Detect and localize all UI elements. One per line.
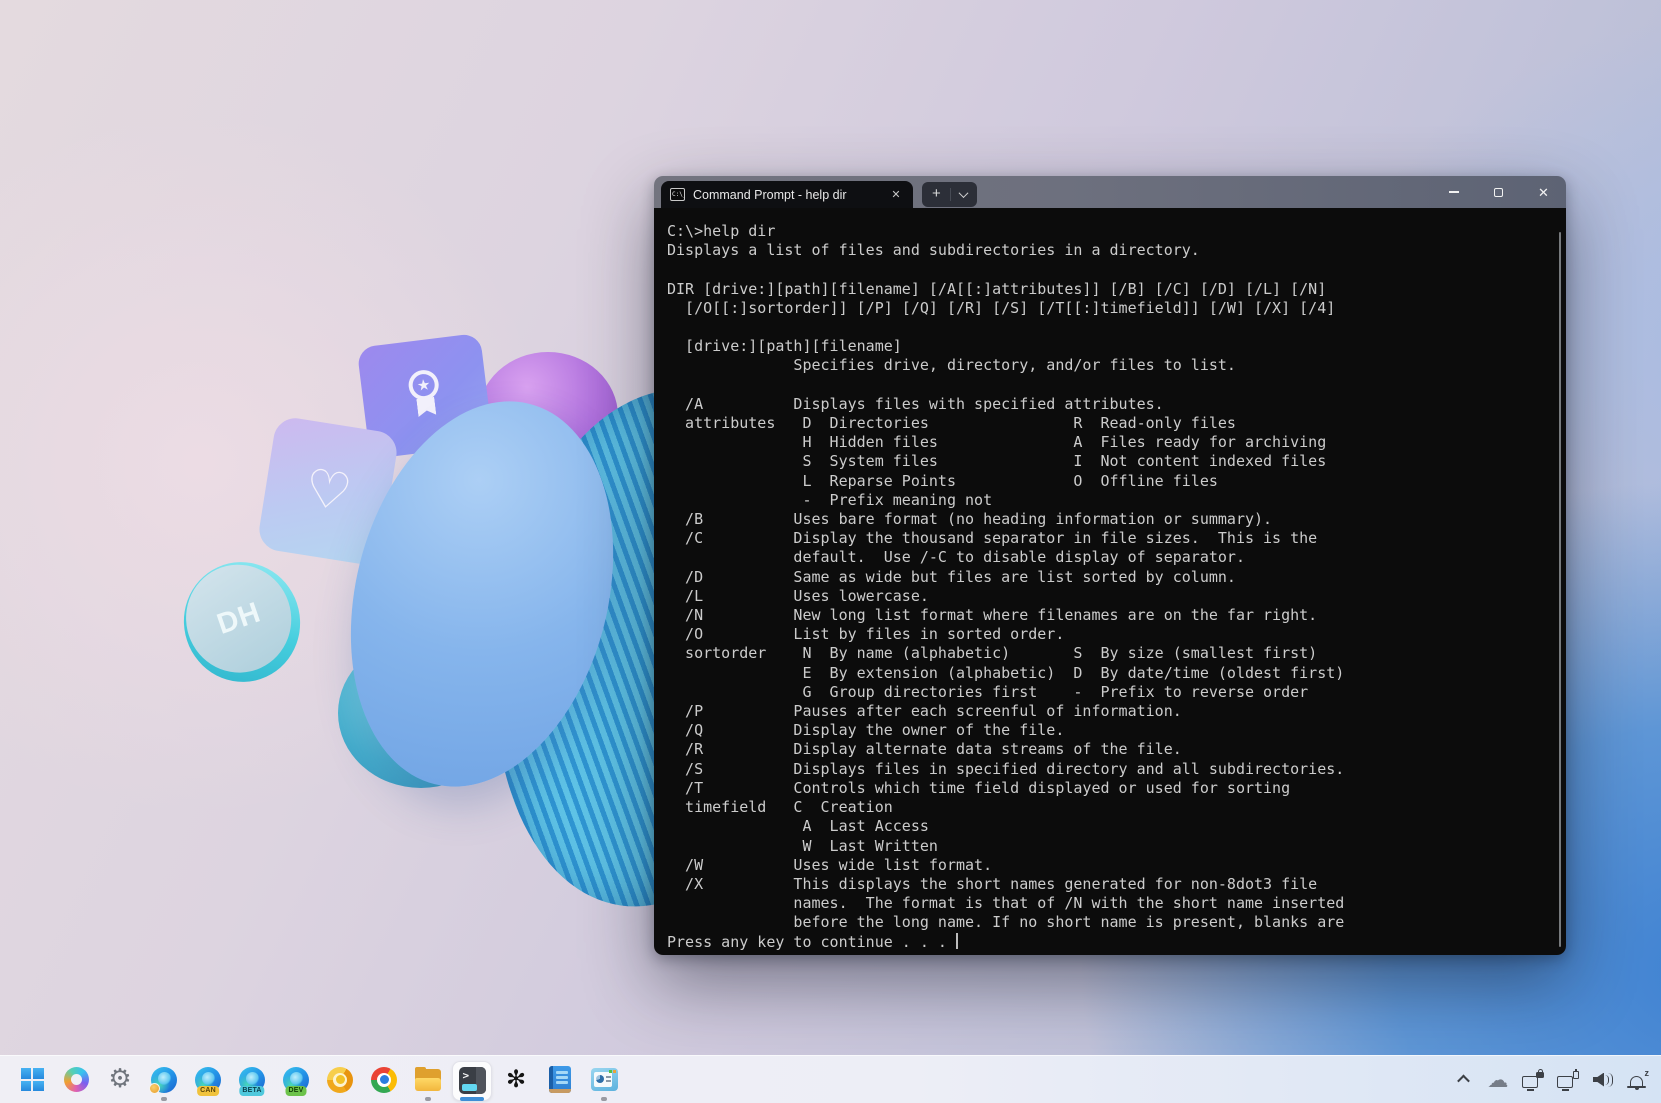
new-tab-group: + [922, 182, 977, 207]
tray-chevron-button[interactable] [1452, 1069, 1474, 1091]
system-tray: ☁ z [1452, 1056, 1661, 1103]
chevron-down-icon [959, 188, 969, 198]
heart-icon: ♡ [301, 462, 355, 521]
taskbar-item-settings[interactable]: ⚙ [100, 1058, 140, 1102]
copilot-icon [64, 1067, 89, 1092]
desktop: { "wallpaper": { "theme": "dev-home-bloo… [0, 0, 1661, 1103]
wallpaper-dh-disc: DH [172, 550, 312, 693]
terminal-cursor [956, 933, 958, 949]
beta-badge: BETA [239, 1086, 264, 1096]
chevron-up-icon [1457, 1075, 1470, 1088]
taskbar-item-edge-canary[interactable]: CAN [188, 1058, 228, 1102]
windows-start-icon [21, 1068, 44, 1091]
taskbar-item-chrome-canary[interactable] [320, 1058, 360, 1102]
taskbar-item-chatgpt[interactable]: ✻ [496, 1058, 536, 1102]
taskbar-item-copilot[interactable] [56, 1058, 96, 1102]
canary-badge: CAN [197, 1086, 219, 1096]
edge-dev-icon: DEV [283, 1067, 309, 1093]
tray-onedrive[interactable]: ☁ [1487, 1069, 1509, 1091]
tab-dropdown-button[interactable] [951, 191, 977, 198]
dev-badge: DEV [286, 1086, 307, 1096]
notification-bell-icon [1630, 1076, 1643, 1087]
network-ethernet-icon [1557, 1076, 1573, 1088]
taskbar-item-notepad[interactable] [540, 1058, 580, 1102]
settings-gear-icon: ⚙ [108, 1067, 131, 1092]
taskbar-item-edge-beta[interactable]: BETA [232, 1058, 272, 1102]
taskbar-item-system-monitor[interactable] [584, 1058, 624, 1102]
new-tab-button[interactable]: + [922, 185, 950, 204]
terminal-scrollbar[interactable] [1559, 232, 1562, 947]
speaker-icon [1593, 1073, 1604, 1087]
tray-notifications[interactable]: z [1627, 1069, 1649, 1091]
cmd-prompt-icon: C:\_ [670, 188, 685, 201]
terminal-window: C:\_ Command Prompt - help dir ✕ + ✕ C:\… [654, 176, 1566, 955]
window-controls: ✕ [1431, 176, 1566, 208]
onedrive-cloud-icon: ☁ [1488, 1069, 1509, 1091]
tray-network[interactable] [1557, 1069, 1579, 1091]
file-explorer-icon [415, 1069, 441, 1091]
tab-title: Command Prompt - help dir [693, 188, 887, 202]
rosette-badge-icon: ★ [401, 368, 449, 425]
dh-disc-label: DH [213, 596, 265, 641]
terminal-tab[interactable]: C:\_ Command Prompt - help dir ✕ [661, 181, 913, 208]
tray-volume[interactable] [1592, 1069, 1614, 1091]
terminal-content[interactable]: C:\>help dir Displays a list of files an… [654, 208, 1566, 955]
minimize-icon [1449, 191, 1459, 193]
terminal-output-text: C:\>help dir Displays a list of files an… [667, 222, 1344, 952]
system-monitor-icon [591, 1068, 618, 1091]
tray-screen-lock[interactable] [1522, 1069, 1544, 1091]
edge-profile-badge [149, 1083, 160, 1094]
edge-beta-icon: BETA [239, 1067, 265, 1093]
running-indicator [425, 1097, 431, 1101]
taskbar-item-edge-dev[interactable]: DEV [276, 1058, 316, 1102]
chatgpt-icon: ✻ [506, 1067, 526, 1092]
chrome-icon [371, 1067, 397, 1093]
close-button[interactable]: ✕ [1521, 176, 1566, 208]
taskbar-pinned-apps: ⚙ CAN BETA DEV > [0, 1058, 624, 1102]
running-indicator [601, 1097, 607, 1101]
taskbar-item-edge[interactable] [144, 1058, 184, 1102]
start-button[interactable] [12, 1058, 52, 1102]
minimize-button[interactable] [1431, 176, 1476, 208]
notepad-icon [549, 1066, 571, 1093]
windows-terminal-icon: > [459, 1067, 486, 1094]
chrome-canary-icon [327, 1067, 353, 1093]
tab-close-button[interactable]: ✕ [887, 186, 905, 204]
do-not-disturb-z: z [1645, 1069, 1650, 1078]
maximize-button[interactable] [1476, 176, 1521, 208]
active-window-indicator [460, 1097, 484, 1101]
running-indicator [161, 1097, 167, 1101]
close-icon: ✕ [1538, 186, 1549, 199]
edge-icon [151, 1067, 177, 1093]
terminal-titlebar[interactable]: C:\_ Command Prompt - help dir ✕ + ✕ [654, 176, 1566, 208]
taskbar: ⚙ CAN BETA DEV > [0, 1055, 1661, 1103]
maximize-icon [1494, 188, 1503, 197]
taskbar-item-terminal-active[interactable]: > [452, 1061, 492, 1101]
taskbar-item-chrome[interactable] [364, 1058, 404, 1102]
edge-canary-icon: CAN [195, 1067, 221, 1093]
taskbar-item-file-explorer[interactable] [408, 1058, 448, 1102]
